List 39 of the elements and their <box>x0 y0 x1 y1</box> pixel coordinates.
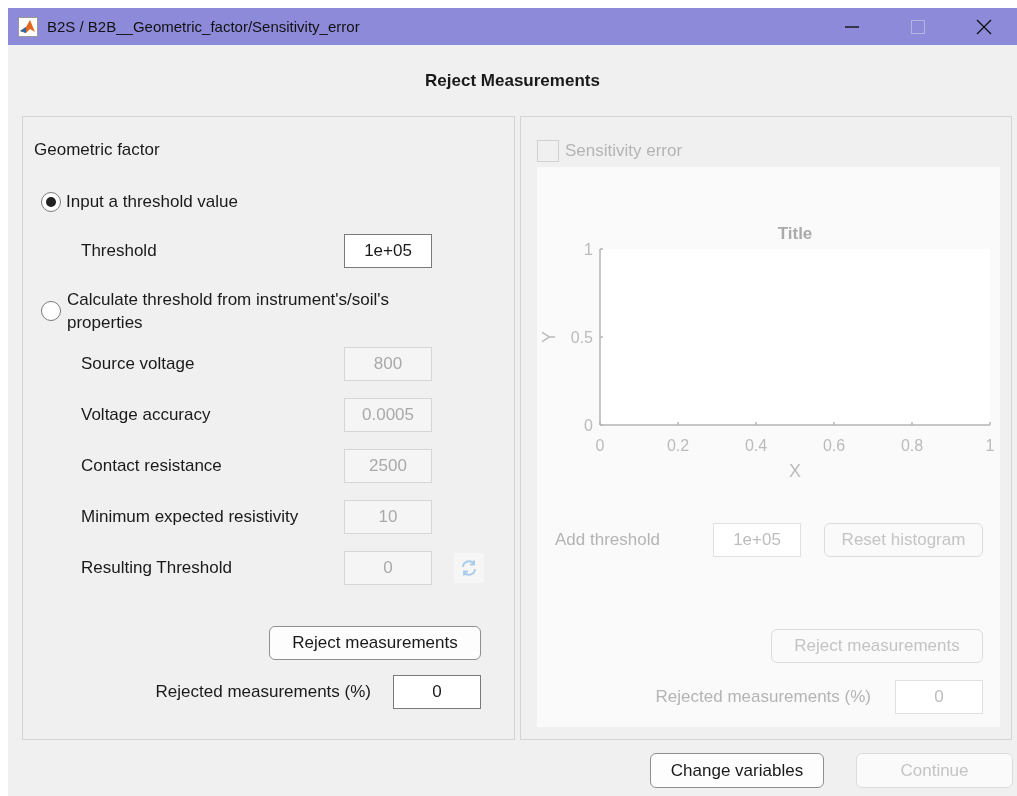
tick-label: 1 <box>985 437 995 454</box>
tick-label: 0.2 <box>666 437 690 454</box>
window-title: B2S / B2B__Geometric_factor/Sensitivity_error <box>47 18 361 35</box>
dialog-heading: Reject Measurements <box>425 70 600 91</box>
axis-label: X <box>789 461 801 477</box>
chart-title: Title <box>777 224 813 243</box>
minimize-icon <box>844 25 860 28</box>
field-label: Source voltage <box>81 354 196 374</box>
tick-label: 0.4 <box>744 437 768 454</box>
tick-label: 0.8 <box>900 437 924 454</box>
radio-label: Input a threshold value <box>66 192 238 212</box>
refresh-icon <box>460 559 478 577</box>
panel-title: Geometric factor <box>34 140 161 160</box>
tick-label: 0 <box>595 437 605 454</box>
field-label: Contact resistance <box>81 456 223 476</box>
checkbox-label: Sensitivity error <box>565 141 683 161</box>
field-label: Minimum expected resistivity <box>81 507 300 527</box>
tick-label: 0.5 <box>570 329 593 346</box>
input-field[interactable]: 1e+05 <box>344 234 432 268</box>
reject-button[interactable]: Reject measurements <box>269 626 481 660</box>
refresh-button[interactable] <box>454 553 484 583</box>
radio-button[interactable] <box>41 192 61 212</box>
dialog-button[interactable]: Change variables <box>650 753 824 788</box>
maximize-icon <box>910 18 926 35</box>
radio-button[interactable] <box>41 301 61 321</box>
field-label: Voltage accuracy <box>81 405 212 425</box>
peak-icon <box>18 16 38 37</box>
input-field[interactable]: 0 <box>393 675 481 709</box>
field-label: Add threshold <box>555 530 661 550</box>
field-label: Resulting Threshold <box>81 558 233 578</box>
tick-label: 0 <box>584 417 593 434</box>
radio-label: Calculate threshold from instrument's/soil's properties <box>67 289 391 334</box>
field-label: Threshold <box>81 241 158 261</box>
field-label: Rejected measurements (%) <box>655 687 871 707</box>
field-label: Rejected measurements (%) <box>155 682 371 702</box>
tick-label: 1 <box>584 241 593 258</box>
tick-label: 0.6 <box>822 437 846 454</box>
close-icon <box>976 18 992 35</box>
axis-label: Y <box>539 331 559 343</box>
